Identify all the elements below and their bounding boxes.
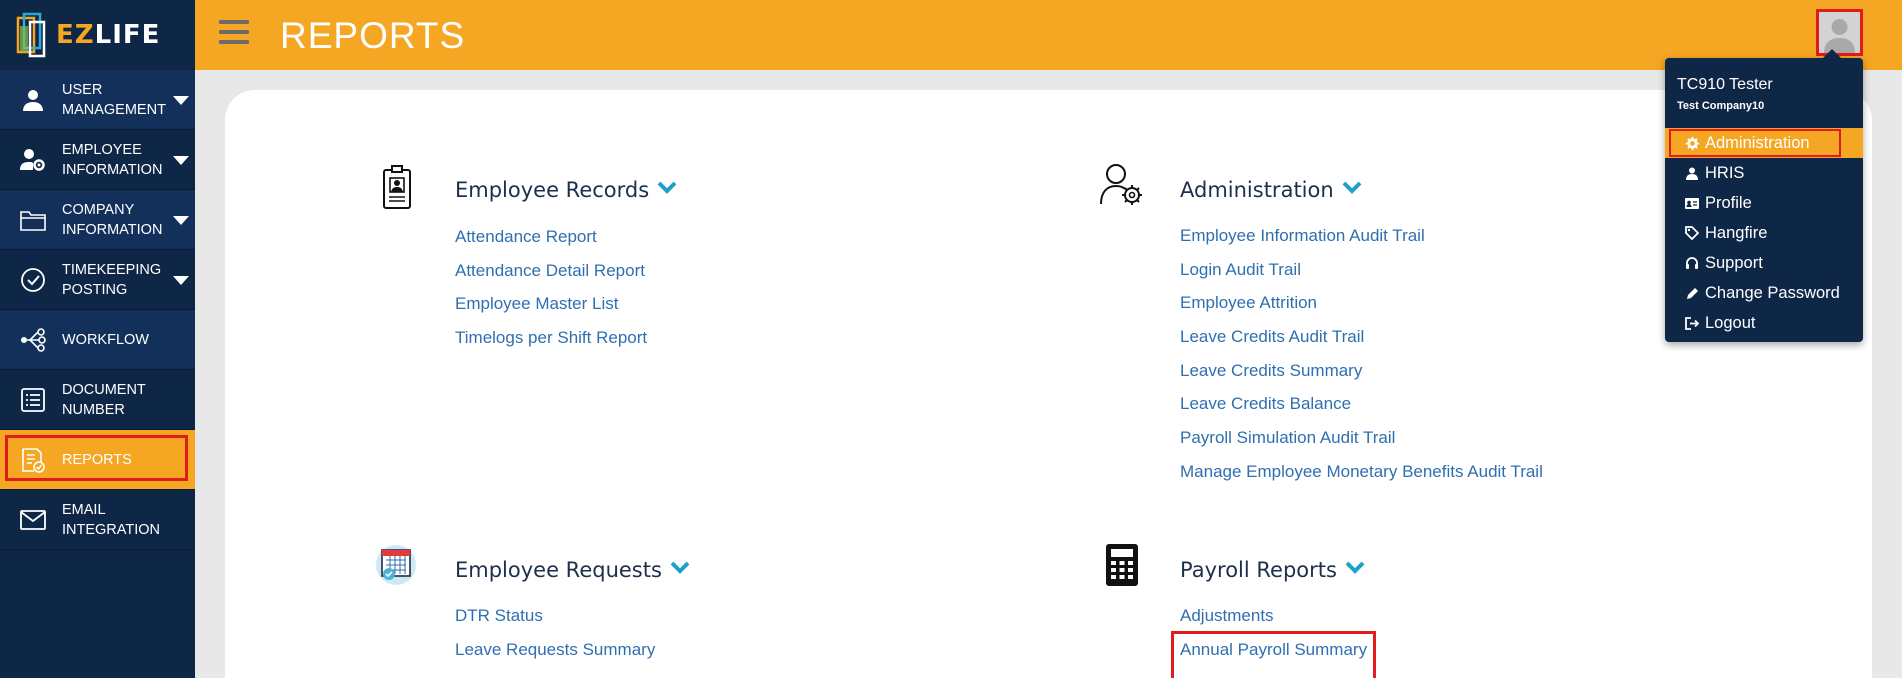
link-employee-master-list[interactable]: Employee Master List (455, 294, 647, 328)
menu-item-hangfire[interactable]: Hangfire (1665, 218, 1863, 248)
payroll-reports-links: Adjustments Annual Payroll Summary (1170, 606, 1377, 678)
link-attendance-report[interactable]: Attendance Report (455, 227, 647, 261)
avatar-icon (1819, 12, 1860, 53)
folder-icon (18, 205, 48, 235)
chevron-down-icon[interactable] (657, 175, 677, 199)
employee-requests-links: DTR Status Leave Requests Summary (455, 606, 655, 673)
sidebar-item-timekeeping-posting[interactable]: TIMEKEEPING POSTING (0, 250, 195, 310)
chevron-down-icon (173, 156, 189, 165)
chevron-down-icon (173, 96, 189, 105)
menu-item-label: Support (1705, 253, 1763, 272)
top-header: REPORTS (195, 0, 1902, 70)
sidebar-item-label: COMPANY INFORMATION (62, 201, 163, 238)
section-title-text: Employee Records (455, 178, 650, 202)
selection-highlight (5, 435, 188, 481)
menu-item-change-password[interactable]: Change Password (1665, 278, 1863, 308)
chevron-down-icon[interactable] (1345, 555, 1365, 579)
workflow-icon (18, 325, 48, 355)
sidebar-item-reports[interactable]: REPORTS (0, 430, 195, 490)
id-card-icon (1685, 196, 1699, 210)
user-gear-icon (18, 145, 48, 175)
link-employee-attrition[interactable]: Employee Attrition (1180, 293, 1543, 327)
link-leave-credits-summary[interactable]: Leave Credits Summary (1180, 361, 1543, 395)
menu-item-label: HRIS (1705, 163, 1745, 182)
logo-text: EZLIFE (56, 20, 160, 50)
dropdown-user-name: TC910 Tester (1677, 76, 1773, 93)
section-title-employee-requests[interactable]: Employee Requests (455, 555, 690, 582)
sidebar-item-employee-information[interactable]: EMPLOYEE INFORMATION (0, 130, 195, 190)
link-leave-credits-balance[interactable]: Leave Credits Balance (1180, 394, 1543, 428)
link-dtr-status[interactable]: DTR Status (455, 606, 655, 640)
section-title-text: Employee Requests (455, 558, 662, 582)
check-circle-icon (18, 265, 48, 295)
link-manage-employee-monetary-benefits-audit-trail[interactable]: Manage Employee Monetary Benefits Audit … (1180, 462, 1543, 496)
user-icon (1685, 166, 1699, 180)
selection-highlight (1669, 129, 1841, 157)
link-adjustments[interactable]: Adjustments (1180, 606, 1367, 640)
menu-item-label: Profile (1705, 193, 1752, 212)
link-login-audit-trail[interactable]: Login Audit Trail (1180, 260, 1543, 294)
link-payroll-simulation-audit-trail[interactable]: Payroll Simulation Audit Trail (1180, 428, 1543, 462)
menu-item-label: Change Password (1705, 283, 1840, 302)
app-logo[interactable]: EZLIFE (0, 0, 195, 70)
section-title-administration[interactable]: Administration (1180, 175, 1362, 202)
section-title-text: Payroll Reports (1180, 558, 1337, 582)
ezlife-logo-icon (14, 10, 50, 60)
sidebar: EZLIFE USER MANAGEMENT EMPLOYEE INFORMAT… (0, 0, 195, 678)
logo-ez: EZ (56, 20, 95, 50)
sidebar-item-user-management[interactable]: USER MANAGEMENT (0, 70, 195, 130)
pencil-icon (1685, 286, 1699, 300)
user-dropdown-menu: TC910 Tester Test Company10 Administrati… (1665, 49, 1863, 342)
user-icon (18, 85, 48, 115)
employee-records-links: Attendance Report Attendance Detail Repo… (455, 227, 647, 362)
list-document-icon (18, 385, 48, 415)
sidebar-item-label: EMAIL INTEGRATION (62, 501, 161, 538)
sidebar-item-label: USER MANAGEMENT (62, 81, 166, 118)
chevron-down-icon[interactable] (1342, 175, 1362, 199)
sidebar-item-label: EMPLOYEE INFORMATION (62, 141, 163, 178)
link-leave-requests-summary[interactable]: Leave Requests Summary (455, 640, 655, 674)
id-badge-icon (372, 162, 422, 212)
sidebar-item-label: TIMEKEEPING POSTING (62, 261, 162, 298)
sidebar-item-workflow[interactable]: WORKFLOW (0, 310, 195, 370)
hamburger-menu-icon[interactable] (219, 20, 249, 48)
logo-life: LIFE (94, 20, 161, 50)
sidebar-item-email-integration[interactable]: EMAIL INTEGRATION (0, 490, 195, 550)
tags-icon (1685, 226, 1699, 240)
menu-item-label: Logout (1705, 313, 1756, 332)
calendar-check-icon (372, 540, 422, 590)
link-employee-information-audit-trail[interactable]: Employee Information Audit Trail (1180, 226, 1543, 260)
menu-item-logout[interactable]: Logout (1665, 308, 1863, 338)
link-annual-payroll-summary[interactable]: Annual Payroll Summary (1170, 630, 1377, 678)
sidebar-item-label: WORKFLOW (62, 331, 149, 348)
section-title-text: Administration (1180, 178, 1334, 202)
link-leave-credits-audit-trail[interactable]: Leave Credits Audit Trail (1180, 327, 1543, 361)
envelope-icon (18, 505, 48, 535)
section-title-employee-records[interactable]: Employee Records (455, 175, 677, 202)
calculator-icon (1097, 540, 1147, 590)
dropdown-company-name: Test Company10 (1677, 100, 1765, 112)
menu-item-label: Hangfire (1705, 223, 1768, 242)
sidebar-item-label: DOCUMENT NUMBER (62, 381, 146, 418)
menu-item-hris[interactable]: HRIS (1665, 158, 1863, 188)
chevron-down-icon (173, 216, 189, 225)
chevron-down-icon (173, 276, 189, 285)
page-title: REPORTS (280, 15, 466, 56)
headset-icon (1685, 256, 1699, 270)
logout-icon (1685, 316, 1699, 330)
dropdown-menu-list: Administration HRIS Profile Hangfire Sup… (1665, 128, 1863, 338)
section-title-payroll-reports[interactable]: Payroll Reports (1180, 555, 1365, 582)
menu-item-administration[interactable]: Administration (1665, 128, 1863, 158)
menu-item-profile[interactable]: Profile (1665, 188, 1863, 218)
administration-links: Employee Information Audit Trail Login A… (1180, 226, 1543, 496)
menu-item-support[interactable]: Support (1665, 248, 1863, 278)
sidebar-item-document-number[interactable]: DOCUMENT NUMBER (0, 370, 195, 430)
sidebar-item-company-information[interactable]: COMPANY INFORMATION (0, 190, 195, 250)
link-attendance-detail-report[interactable]: Attendance Detail Report (455, 261, 647, 295)
user-settings-icon (1097, 160, 1147, 210)
link-timelogs-per-shift-report[interactable]: Timelogs per Shift Report (455, 328, 647, 362)
chevron-down-icon[interactable] (670, 555, 690, 579)
